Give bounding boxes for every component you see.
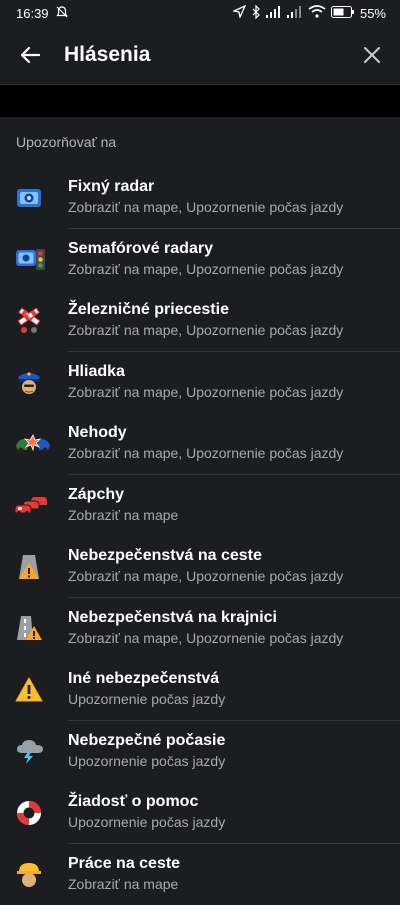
shoulder-hazard-icon [15, 614, 43, 642]
item-subtitle: Zobraziť na mape [68, 875, 400, 894]
railway-crossing-icon [15, 307, 43, 335]
dnd-off-icon [55, 5, 69, 22]
item-title: Nebezpečenstvá na krajnici [68, 608, 400, 628]
item-title: Zápchy [68, 485, 400, 505]
item-subtitle: Zobraziť na mape [68, 506, 400, 525]
item-title: Nehody [68, 423, 400, 443]
item-subtitle: Upozornenie počas jazdy [68, 690, 400, 709]
bluetooth-icon [251, 5, 261, 22]
item-title: Iné nebezpečenstvá [68, 669, 400, 689]
item-title: Žiadosť o pomoc [68, 792, 400, 812]
status-bar: 16:39 55% [0, 0, 400, 26]
item-title: Fixný radar [68, 177, 400, 197]
back-button[interactable] [16, 41, 44, 69]
list-item-police[interactable]: HliadkaZobraziť na mape, Upozornenie poč… [0, 352, 400, 414]
item-title: Nebezpečné počasie [68, 731, 400, 751]
wifi-icon [308, 5, 326, 21]
fixed-radar-icon [15, 184, 43, 212]
signal-2-icon [287, 6, 303, 21]
item-title: Hliadka [68, 362, 400, 382]
list-item-roadworks[interactable]: Práce na cesteZobraziť na mape [0, 844, 400, 905]
item-title: Práce na ceste [68, 854, 400, 874]
lifebuoy-icon [15, 799, 43, 827]
list-item-crash[interactable]: NehodyZobraziť na mape, Upozornenie poča… [0, 413, 400, 475]
arrow-left-icon [19, 44, 41, 66]
item-subtitle: Upozornenie počas jazdy [68, 752, 400, 771]
list-item-railway-crossing[interactable]: Železničné priecestieZobraziť na mape, U… [0, 290, 400, 352]
road-hazard-icon [15, 553, 43, 581]
crash-icon [15, 430, 51, 458]
traffic-light-radar-icon [15, 245, 47, 273]
item-subtitle: Zobraziť na mape, Upozornenie počas jazd… [68, 198, 400, 217]
list-item-shoulder-hazard[interactable]: Nebezpečenstvá na krajniciZobraziť na ma… [0, 598, 400, 660]
item-subtitle: Zobraziť na mape, Upozornenie počas jazd… [68, 321, 400, 340]
warning-icon [15, 676, 43, 704]
list-item-fixed-radar[interactable]: Fixný radarZobraziť na mape, Upozornenie… [0, 167, 400, 229]
item-title: Semafórové radary [68, 239, 400, 259]
list-item-help-request[interactable]: Žiadosť o pomocUpozornenie počas jazdy [0, 782, 400, 844]
close-icon [363, 46, 381, 64]
list-item-weather[interactable]: Nebezpečné počasieUpozornenie počas jazd… [0, 721, 400, 783]
app-bar: Hlásenia [0, 26, 400, 85]
item-subtitle: Upozornenie počas jazdy [68, 813, 400, 832]
report-list: Fixný radarZobraziť na mape, Upozornenie… [0, 167, 400, 905]
status-time: 16:39 [16, 6, 49, 21]
signal-icon [266, 6, 282, 21]
close-button[interactable] [358, 41, 386, 69]
page-title: Hlásenia [64, 43, 358, 67]
list-item-road-hazard[interactable]: Nebezpečenstvá na cesteZobraziť na mape,… [0, 536, 400, 598]
section-header: Upozorňovať na [0, 117, 400, 167]
list-item-traffic-light-radar[interactable]: Semafórové radaryZobraziť na mape, Upozo… [0, 229, 400, 291]
item-subtitle: Zobraziť na mape, Upozornenie počas jazd… [68, 260, 400, 279]
divider-band [0, 85, 400, 117]
item-subtitle: Zobraziť na mape, Upozornenie počas jazd… [68, 444, 400, 463]
battery-level: 55% [360, 6, 386, 21]
list-item-other-hazards[interactable]: Iné nebezpečenstváUpozornenie počas jazd… [0, 659, 400, 721]
roadworks-icon [15, 860, 43, 888]
battery-icon [331, 6, 355, 21]
list-item-traffic-jam[interactable]: ZápchyZobraziť na mape [0, 475, 400, 537]
police-icon [15, 368, 43, 396]
item-title: Nebezpečenstvá na ceste [68, 546, 400, 566]
item-subtitle: Zobraziť na mape, Upozornenie počas jazd… [68, 629, 400, 648]
weather-icon [15, 737, 45, 765]
item-title: Železničné priecestie [68, 300, 400, 320]
traffic-jam-icon [15, 491, 49, 519]
item-subtitle: Zobraziť na mape, Upozornenie počas jazd… [68, 567, 400, 586]
location-icon [233, 5, 246, 21]
item-subtitle: Zobraziť na mape, Upozornenie počas jazd… [68, 383, 400, 402]
